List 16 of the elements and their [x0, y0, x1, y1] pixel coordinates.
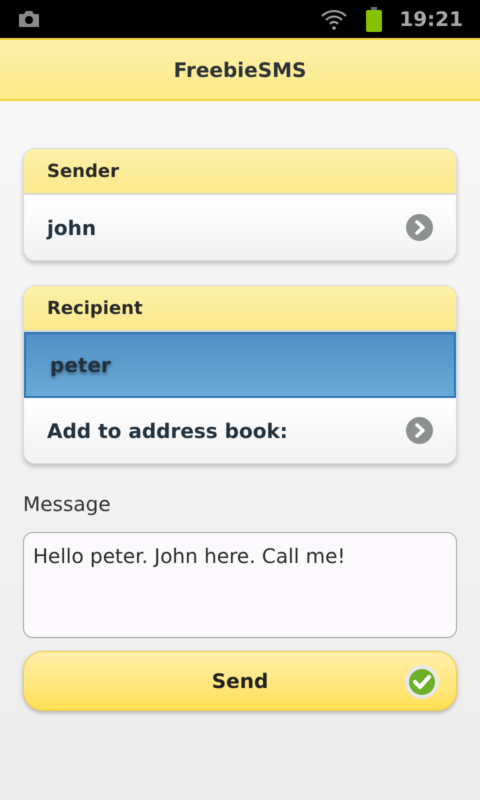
- list-item[interactable]: john: [24, 195, 456, 260]
- send-button[interactable]: Send: [23, 651, 457, 711]
- message-label: Message: [23, 491, 112, 518]
- message-field[interactable]: Hello peter. John here. Call me!: [23, 532, 457, 638]
- section-header: Sender: [47, 160, 119, 184]
- wifi-icon: [319, 8, 350, 30]
- section-header: Recipient: [47, 296, 143, 320]
- list-item[interactable]: peter: [24, 332, 456, 398]
- battery-icon: [365, 6, 384, 32]
- status-time: 19:21: [399, 6, 463, 33]
- chevron-icon: [406, 417, 433, 444]
- list-item[interactable]: Add to address book:: [24, 398, 456, 463]
- app-title: FreebieSMS: [174, 56, 306, 84]
- camera-icon: [17, 10, 41, 28]
- chevron-icon: [406, 214, 433, 241]
- check-icon: [404, 664, 440, 700]
